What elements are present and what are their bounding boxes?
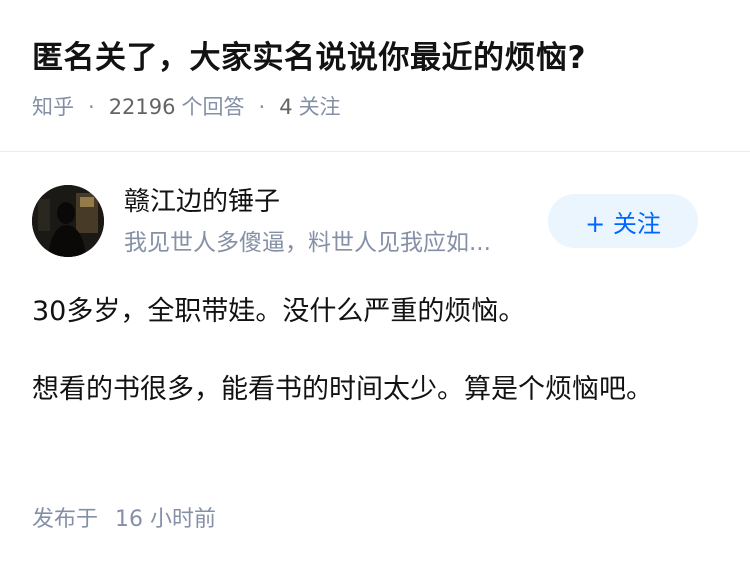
author-name[interactable]: 赣江边的锤子 [124,184,280,220]
author-bio: 我见世人多傻逼，料世人见我应如... [124,230,491,256]
publish-value: 16 小时前 [115,507,217,532]
publish-prefix: 发布于 [32,507,99,532]
answer-paragraph: 30多岁，全职带娃。没什么严重的烦恼。 [32,296,526,327]
avatar-photo-icon [32,185,104,257]
question-title[interactable]: 匿名关了，大家实名说说你最近的烦恼? [32,36,718,80]
follow-label: + 关注 [585,209,661,238]
followers-count: 4 [279,95,293,119]
answer-content: 30多岁，全职带娃。没什么严重的烦恼。 想看的书很多，能看书的时间太少。算是个烦… [32,290,692,412]
question-meta: 知乎 · 22196 个回答 · 4 关注 [32,92,718,122]
zhihu-answer-page: 匿名关了，大家实名说说你最近的烦恼? 知乎 · 22196 个回答 · 4 关注… [0,0,750,570]
answer-paragraph: 想看的书很多，能看书的时间太少。算是个烦恼吧。 [32,374,653,405]
publish-time[interactable]: 发布于 16 小时前 [32,504,216,536]
answers-label[interactable]: 个回答 [182,92,245,122]
avatar[interactable] [32,185,104,257]
source-label[interactable]: 知乎 [32,92,74,122]
followers-label[interactable]: 关注 [299,92,341,122]
answers-count: 22196 [108,95,176,119]
follow-button[interactable]: + 关注 [548,194,698,248]
separator-dot: · [258,95,266,119]
question-header: 匿名关了，大家实名说说你最近的烦恼? 知乎 · 22196 个回答 · 4 关注 [0,0,750,152]
separator-dot: · [88,95,95,119]
